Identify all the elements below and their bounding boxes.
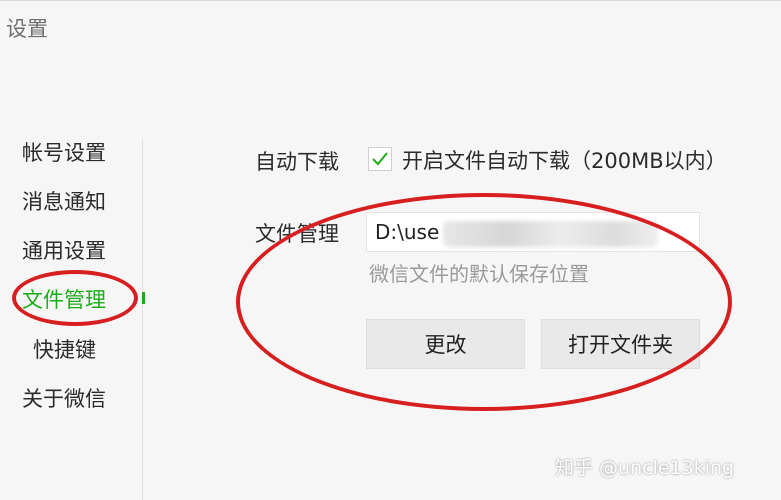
sidebar-item-message-notifications[interactable]: 消息通知 — [22, 186, 106, 216]
save-path-hint: 微信文件的默认保存位置 — [369, 262, 589, 286]
sidebar-item-general-settings[interactable]: 通用设置 — [22, 235, 106, 265]
sidebar-item-about-wechat[interactable]: 关于微信 — [22, 383, 106, 413]
save-path-field[interactable]: D:\use — [366, 212, 700, 252]
active-item-marker — [142, 292, 145, 304]
save-path-value: D:\use — [375, 220, 440, 244]
redacted-path-blur — [443, 221, 658, 247]
sidebar-item-account-settings[interactable]: 帐号设置 — [22, 137, 106, 167]
open-folder-button[interactable]: 打开文件夹 — [541, 319, 700, 369]
sidebar-item-shortcuts[interactable]: 快捷键 — [33, 334, 96, 364]
sidebar-item-file-management[interactable]: 文件管理 — [22, 284, 106, 314]
window-title: 设置 — [6, 17, 48, 41]
auto-download-label: 自动下载 — [255, 150, 339, 174]
watermark: 知乎 @uncle13king — [555, 457, 735, 479]
sidebar-divider — [142, 139, 143, 500]
auto-download-checkbox-label[interactable]: 开启文件自动下载（200MB以内） — [402, 145, 727, 175]
auto-download-checkbox[interactable] — [368, 147, 392, 171]
checkmark-icon — [372, 152, 388, 166]
change-button[interactable]: 更改 — [366, 319, 525, 369]
file-management-label: 文件管理 — [255, 222, 339, 246]
settings-window: 设置 帐号设置 消息通知 通用设置 文件管理 快捷键 关于微信 自动下载 开启文… — [0, 0, 781, 500]
